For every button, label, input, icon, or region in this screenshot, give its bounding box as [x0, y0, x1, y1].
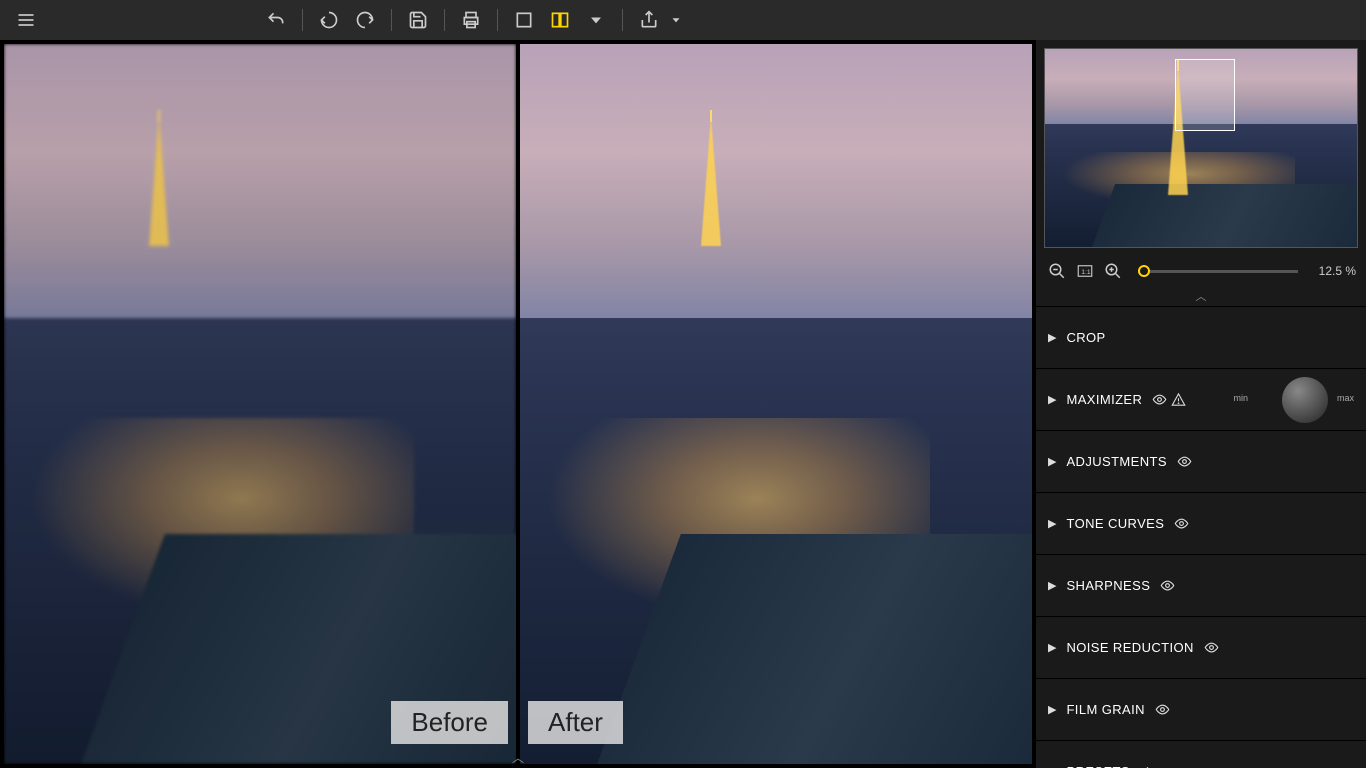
panel-title: FILM GRAIN — [1066, 702, 1144, 717]
zoom-slider[interactable] — [1138, 270, 1298, 273]
after-pane[interactable]: After — [520, 44, 1032, 764]
panel-title: CROP — [1066, 330, 1105, 345]
dial-knob — [1282, 377, 1328, 423]
expand-arrow-icon: ▶ — [1048, 455, 1056, 468]
separator — [302, 9, 303, 31]
single-view-icon[interactable] — [508, 4, 540, 36]
expand-arrow-icon: ▶ — [1048, 393, 1056, 406]
dropdown-icon[interactable] — [580, 4, 612, 36]
expand-arrow-icon: ▶ — [1048, 331, 1056, 344]
separator — [622, 9, 623, 31]
warning-icon — [1171, 392, 1186, 407]
share-dropdown-icon[interactable] — [669, 4, 683, 36]
panel-title: MAXIMIZER — [1066, 392, 1142, 407]
panel-noise[interactable]: ▶ NOISE REDUCTION — [1036, 616, 1366, 678]
print-icon[interactable] — [455, 4, 487, 36]
expand-arrow-icon: ▶ — [1048, 641, 1056, 654]
panel-maximizer[interactable]: ▶ MAXIMIZER min max — [1036, 368, 1366, 430]
separator — [444, 9, 445, 31]
panel-presets[interactable]: ▶PRESETS — [1036, 740, 1366, 768]
panel-sharpness[interactable]: ▶ SHARPNESS — [1036, 554, 1366, 616]
zoom-controls: 1:1 12.5 % — [1036, 256, 1366, 286]
eye-icon[interactable] — [1174, 516, 1189, 531]
navigator-thumbnail[interactable] — [1044, 48, 1358, 248]
top-toolbar — [0, 0, 1366, 40]
after-image — [520, 44, 1032, 764]
separator — [497, 9, 498, 31]
panel-filmgrain[interactable]: ▶ FILM GRAIN — [1036, 678, 1366, 740]
eye-icon[interactable] — [1160, 578, 1175, 593]
after-label: After — [528, 701, 623, 744]
navigator-viewport[interactable] — [1175, 59, 1235, 131]
separator — [391, 9, 392, 31]
compare-view-icon[interactable] — [544, 4, 576, 36]
panel-adjustments[interactable]: ▶ ADJUSTMENTS — [1036, 430, 1366, 492]
zoom-value: 12.5 % — [1312, 264, 1356, 278]
chevron-up-icon[interactable]: ︿ — [512, 749, 524, 766]
expand-arrow-icon: ▶ — [1048, 579, 1056, 592]
eye-icon[interactable] — [1152, 392, 1167, 407]
expand-arrow-icon: ▶ — [1048, 703, 1056, 716]
min-label: min — [1233, 393, 1248, 403]
before-label: Before — [391, 701, 508, 744]
eye-icon[interactable] — [1204, 640, 1219, 655]
zoom-actual-icon[interactable]: 1:1 — [1074, 260, 1096, 282]
menu-icon[interactable] — [10, 4, 42, 36]
undo-step-icon[interactable] — [313, 4, 345, 36]
svg-text:1:1: 1:1 — [1081, 269, 1091, 276]
plus-icon[interactable] — [1140, 764, 1155, 768]
undo-icon[interactable] — [260, 4, 292, 36]
chevron-up-icon[interactable]: ︿ — [1036, 286, 1366, 306]
share-icon[interactable] — [633, 4, 665, 36]
panel-title: PRESETS — [1066, 764, 1129, 768]
max-label: max — [1337, 393, 1354, 403]
panel-title: ADJUSTMENTS — [1066, 454, 1166, 469]
right-sidebar: 1:1 12.5 % ︿ ▶ CROP ▶ MAXIMIZER min max ▶ ADJUS… — [1036, 40, 1366, 768]
zoom-out-icon[interactable] — [1046, 260, 1068, 282]
before-image — [4, 44, 516, 764]
panel-tonecurves[interactable]: ▶ TONE CURVES — [1036, 492, 1366, 554]
panel-title: NOISE REDUCTION — [1066, 640, 1193, 655]
eye-icon[interactable] — [1155, 702, 1170, 717]
redo-icon[interactable] — [349, 4, 381, 36]
panel-title: TONE CURVES — [1066, 516, 1164, 531]
main-area: Before After ︿ 1:1 12.5 % ︿ ▶ CROP ▶ MAXIMI… — [0, 40, 1366, 768]
panel-title: SHARPNESS — [1066, 578, 1150, 593]
zoom-in-icon[interactable] — [1102, 260, 1124, 282]
before-pane[interactable]: Before — [4, 44, 516, 764]
panel-crop[interactable]: ▶ CROP — [1036, 306, 1366, 368]
save-icon[interactable] — [402, 4, 434, 36]
panel-list: ▶ CROP ▶ MAXIMIZER min max ▶ ADJUSTMENTS ▶ TONE C… — [1036, 306, 1366, 768]
image-viewer: Before After ︿ — [0, 40, 1036, 768]
eye-icon[interactable] — [1177, 454, 1192, 469]
zoom-slider-handle[interactable] — [1138, 265, 1150, 277]
expand-arrow-icon: ▶ — [1048, 517, 1056, 530]
